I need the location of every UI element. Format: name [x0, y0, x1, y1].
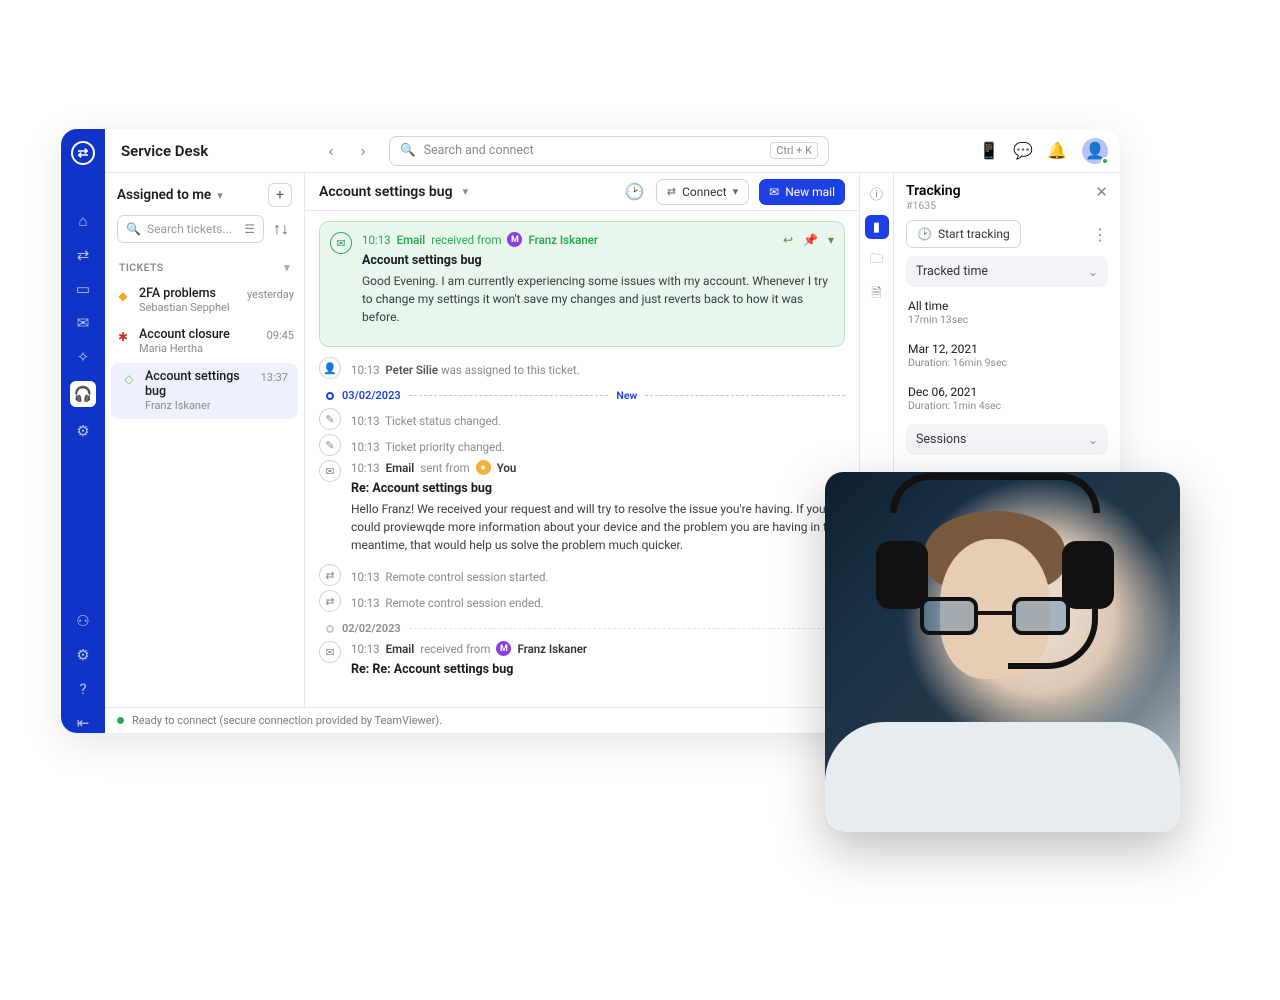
chevron-down-icon: ⌄	[1088, 433, 1098, 447]
phone-icon[interactable]: 📱	[980, 142, 998, 160]
avatar-chip-icon: M	[507, 232, 522, 247]
nav-forward-button[interactable]: ›	[351, 139, 375, 163]
clock-icon: 🕑	[917, 227, 932, 241]
email-subject: Re: Account settings bug	[351, 481, 845, 496]
avatar[interactable]: 👤	[1082, 138, 1108, 164]
ticket-item[interactable]: ◆ 2FA problems Sebastian Sepphel yesterd…	[105, 280, 304, 321]
topbar: Service Desk ‹ › 🔍 Search and connect Ct…	[105, 129, 1120, 173]
email-subject: Account settings bug	[362, 253, 834, 268]
search-placeholder: Search and connect	[424, 143, 534, 158]
filter-icon[interactable]: ☰	[244, 222, 255, 236]
session-icon: ⇄	[319, 590, 341, 612]
chat-icon[interactable]: 💬	[1014, 142, 1032, 160]
email-card: ✉ 10:13 Email received from M Franz Iska…	[319, 221, 845, 347]
avatar-chip-icon: M	[496, 641, 511, 656]
close-icon[interactable]: ✕	[1095, 183, 1108, 201]
start-tracking-button[interactable]: 🕑 Start tracking	[906, 220, 1021, 248]
status-text: Ready to connect (secure connection prov…	[132, 714, 442, 727]
page-title: Service Desk	[117, 142, 311, 160]
nav-back-button[interactable]: ‹	[319, 139, 343, 163]
ticket-item[interactable]: ◇ Account settings bug Franz Iskaner 13:…	[111, 363, 298, 419]
email-body: Hello Franz! We received your request an…	[351, 500, 845, 554]
global-search-input[interactable]: 🔍 Search and connect Ctrl + K	[389, 136, 829, 166]
search-shortcut: Ctrl + K	[770, 142, 818, 159]
ticket-list-panel: Assigned to me ▾ + 🔍 Search tickets... ☰…	[105, 173, 305, 707]
tracked-entry: Dec 06, 2021 Duration: 1min 4sec	[906, 381, 1108, 416]
inbox-icon[interactable]: ✉	[73, 313, 93, 333]
chevron-down-icon[interactable]: ▾	[828, 233, 834, 247]
thread-panel: Account settings bug ▾ 🕑 ⇄ Connect ▾ ✉ N…	[305, 173, 859, 707]
tracked-entry: Mar 12, 2021 Duration: 16min 9sec	[906, 338, 1108, 373]
status-dot-icon	[117, 717, 124, 724]
session-icon: ⇄	[319, 564, 341, 586]
mail-icon: ✉	[769, 185, 779, 199]
add-ticket-button[interactable]: +	[268, 183, 292, 207]
help-icon[interactable]: ?	[73, 679, 93, 699]
chevron-down-icon: ▾	[284, 261, 290, 274]
connect-button[interactable]: ⇄ Connect ▾	[656, 179, 749, 205]
workflow-icon[interactable]: ✧	[73, 347, 93, 367]
info-icon[interactable]: ⓘ	[865, 181, 889, 205]
ticket-item[interactable]: ✱ Account closure Maria Hertha 09:45	[105, 321, 304, 362]
collapse-icon[interactable]: ⇤	[73, 713, 93, 733]
email-body: Good Evening. I am currently experiencin…	[362, 272, 834, 326]
more-icon[interactable]: ⋮	[1092, 225, 1108, 244]
priority-icon: ◆	[115, 288, 131, 304]
pin-icon[interactable]: 📌	[803, 233, 818, 247]
search-icon: 🔍	[400, 143, 416, 158]
chevron-down-icon: ▾	[217, 189, 223, 202]
new-mail-button[interactable]: ✉ New mail	[759, 179, 845, 205]
email-subject: Re: Re: Account settings bug	[351, 662, 845, 677]
priority-icon: ◇	[121, 371, 137, 387]
mail-icon: ✉	[319, 641, 341, 663]
user-icon: 👤	[319, 357, 341, 379]
bell-icon[interactable]: 🔔	[1048, 142, 1066, 160]
date-separator: 02/02/2023	[319, 622, 845, 635]
tracking-title: Tracking	[906, 183, 961, 199]
sessions-section[interactable]: Sessions ⌄	[906, 424, 1108, 455]
settings-icon[interactable]: ⚙	[73, 645, 93, 665]
ticket-search-placeholder: Search tickets...	[147, 222, 232, 236]
servicedesk-icon[interactable]: 🎧	[70, 381, 96, 407]
thread-title: Account settings bug	[319, 184, 453, 200]
ticket-id: #1635	[906, 199, 961, 212]
note-icon[interactable]: 🗎	[865, 283, 889, 307]
sort-button[interactable]: ↑↓	[270, 215, 292, 243]
connect-icon: ⇄	[667, 185, 676, 198]
chevron-down-icon[interactable]: ▾	[463, 185, 469, 198]
presence-dot-icon	[1101, 157, 1109, 165]
mail-icon: ✉	[330, 232, 352, 254]
agent-photo	[825, 472, 1180, 832]
gear-icon[interactable]: ⚙	[73, 421, 93, 441]
nav-rail: ⇄ ⌂ ⇄ ▭ ✉ ✧ 🎧 ⚙ ⚇ ⚙ ? ⇤	[61, 129, 105, 733]
folder-icon[interactable]: 🗀	[865, 249, 889, 273]
reply-icon[interactable]: ↩	[783, 233, 793, 247]
search-icon: 🔍	[126, 222, 141, 236]
priority-icon: ✱	[115, 329, 131, 345]
avatar-chip-icon: ●	[476, 460, 491, 475]
tickets-section-header[interactable]: TICKETS ▾	[105, 251, 304, 280]
tracked-all-time: All time 17min 13sec	[906, 295, 1108, 330]
devices-icon[interactable]: ▭	[73, 279, 93, 299]
edit-icon: ✎	[319, 434, 341, 456]
edit-icon: ✎	[319, 408, 341, 430]
users-icon[interactable]: ⚇	[73, 611, 93, 631]
chevron-down-icon: ▾	[733, 185, 739, 198]
tracking-icon[interactable]: ▮	[865, 215, 889, 239]
ticket-search-input[interactable]: 🔍 Search tickets... ☰	[117, 215, 264, 243]
transfer-icon[interactable]: ⇄	[73, 245, 93, 265]
chevron-down-icon: ⌄	[1088, 265, 1098, 279]
tracked-time-section[interactable]: Tracked time ⌄	[906, 256, 1108, 287]
clock-icon[interactable]: 🕑	[624, 181, 646, 203]
mail-icon: ✉	[319, 460, 341, 482]
date-separator: 03/02/2023 New	[319, 389, 845, 402]
filter-dropdown[interactable]: Assigned to me	[117, 187, 211, 203]
app-logo-icon: ⇄	[71, 141, 95, 165]
home-icon[interactable]: ⌂	[73, 211, 93, 231]
